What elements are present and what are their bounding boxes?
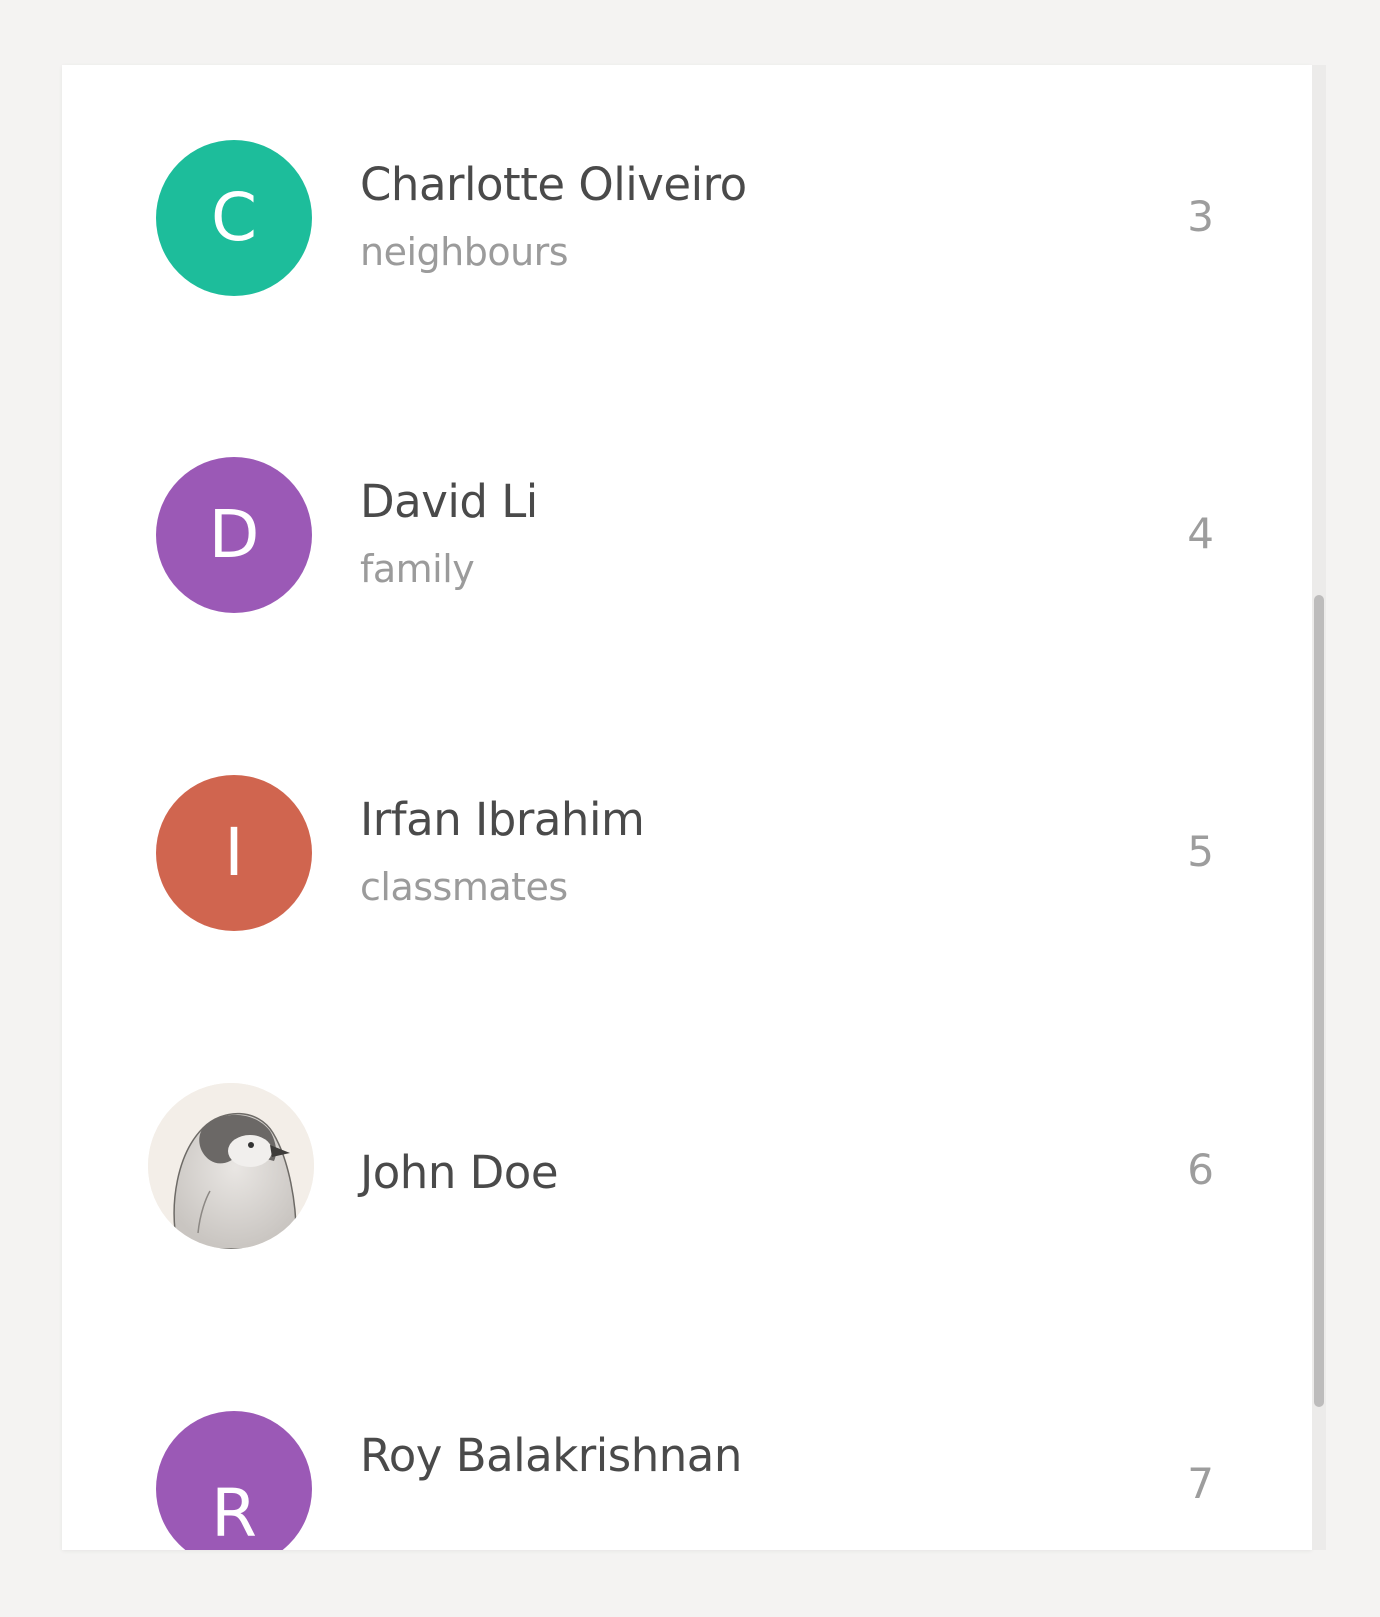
avatar: I	[156, 775, 312, 931]
avatar-initial: C	[210, 179, 258, 256]
contact-group: classmates	[360, 865, 568, 909]
contact-row-david[interactable]: D David Li family 4	[62, 427, 1312, 647]
contact-list-panel: C Charlotte Oliveiro neighbours 3 D Davi…	[62, 65, 1312, 1550]
contact-row-charlotte[interactable]: C Charlotte Oliveiro neighbours 3	[62, 110, 1312, 330]
contact-count: 5	[1187, 827, 1214, 876]
contact-name: David Li	[360, 475, 538, 528]
contact-row-irfan[interactable]: I Irfan Ibrahim classmates 5	[62, 745, 1312, 965]
avatar-initial: D	[208, 496, 260, 573]
contact-count: 4	[1187, 509, 1214, 558]
avatar: D	[156, 457, 312, 613]
scrollbar-track[interactable]	[1312, 65, 1326, 1550]
contact-count: 6	[1187, 1145, 1214, 1194]
contact-name: Irfan Ibrahim	[360, 793, 645, 846]
contact-row-roy[interactable]: R Roy Balakrishnan 7	[62, 1381, 1312, 1550]
avatar-initial: R	[211, 1475, 257, 1550]
avatar-initial: I	[224, 814, 244, 891]
avatar: R	[156, 1411, 312, 1550]
scrollbar-thumb[interactable]	[1314, 595, 1324, 1407]
avatar: C	[156, 140, 312, 296]
contact-count: 3	[1187, 192, 1214, 241]
contact-row-john[interactable]: John Doe 6	[62, 1063, 1312, 1283]
contact-name: Roy Balakrishnan	[360, 1429, 742, 1482]
contact-name: Charlotte Oliveiro	[360, 158, 747, 211]
penguin-illustration	[148, 1083, 314, 1249]
contact-group: family	[360, 547, 475, 591]
contact-group: neighbours	[360, 230, 569, 274]
penguin-avatar-icon	[148, 1083, 314, 1249]
contact-name: John Doe	[360, 1146, 559, 1199]
contact-count: 7	[1187, 1459, 1214, 1508]
